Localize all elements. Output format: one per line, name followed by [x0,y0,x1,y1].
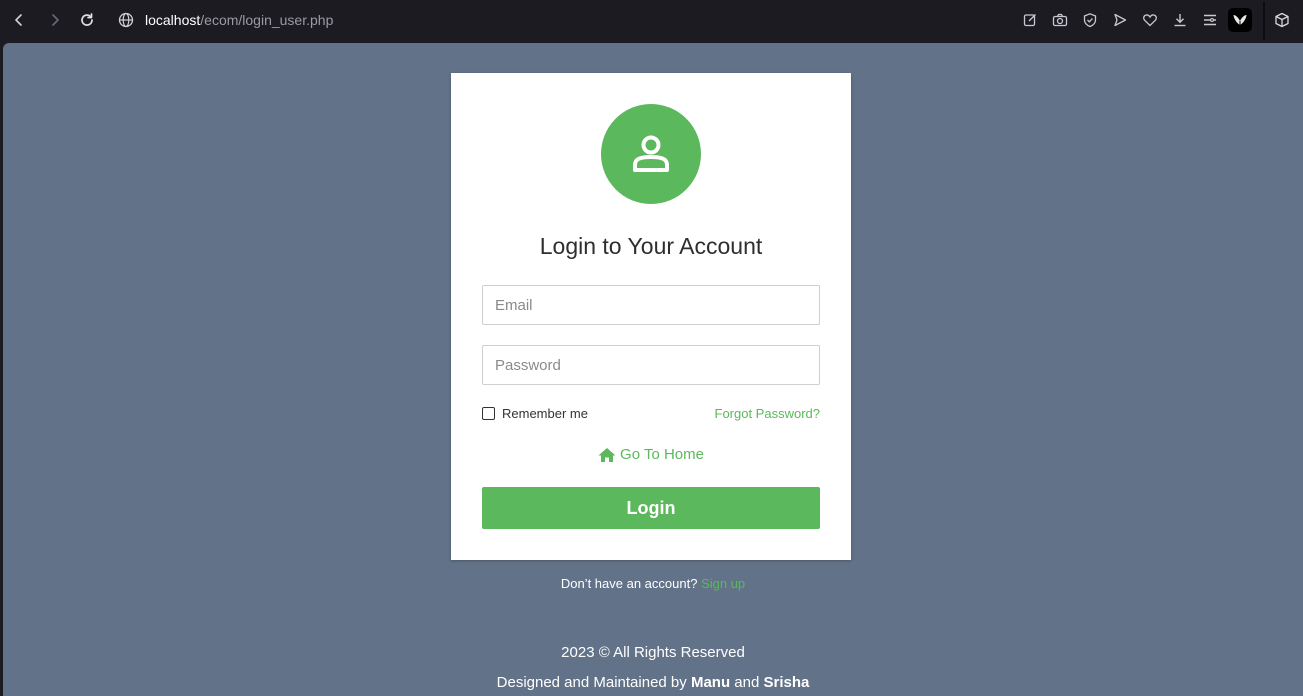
send-icon[interactable] [1112,12,1128,28]
menu-icon[interactable] [1202,12,1218,28]
remember-me[interactable]: Remember me [482,406,588,421]
url-host: localhost [145,12,201,28]
extension-icon[interactable] [1228,8,1252,32]
edit-icon[interactable] [1022,12,1038,28]
footer-and: and [734,674,760,691]
url-text[interactable]: localhost/ecom/login_user.php [145,12,333,28]
login-card: Login to Your Account Remember me Forgot… [451,73,851,560]
footer-designed-text: Designed and Maintained by [496,674,687,691]
browser-toolbar: localhost/ecom/login_user.php [0,0,1303,42]
footer-author-2: Srisha [763,674,810,691]
go-home-link[interactable]: Go To Home [451,446,851,463]
page-viewport: Login to Your Account Remember me Forgot… [3,43,1303,696]
forgot-password-link[interactable]: Forgot Password? [715,406,821,421]
footer-rights: 2023 © All Rights Reserved [561,644,745,661]
heart-icon[interactable] [1142,12,1158,28]
signup-link[interactable]: Sign up [701,576,745,591]
url-path: /ecom/login_user.php [200,12,334,28]
back-icon[interactable] [9,10,29,30]
footer-credits: Designed and Maintained by Manu and Sris… [3,674,1303,691]
user-icon [633,135,669,172]
box-icon[interactable] [1274,12,1290,28]
signup-prompt: Don’t have an account? Sign up [3,576,1303,591]
login-button[interactable]: Login [482,487,820,529]
email-field[interactable] [482,285,820,325]
remember-checkbox[interactable] [482,407,495,420]
signup-text: Don’t have an account? [560,576,698,591]
remember-label: Remember me [502,406,588,421]
password-field[interactable] [482,345,820,385]
forward-icon[interactable] [45,10,65,30]
camera-icon[interactable] [1052,12,1068,28]
reload-icon[interactable] [77,10,97,30]
footer-author-1: Manu [690,674,731,691]
avatar [601,104,701,204]
page-title: Login to Your Account [539,233,763,259]
download-icon[interactable] [1172,12,1188,28]
globe-icon [118,12,134,28]
home-icon [598,447,616,462]
shield-icon[interactable] [1082,12,1098,28]
go-home-label: Go To Home [620,446,704,463]
